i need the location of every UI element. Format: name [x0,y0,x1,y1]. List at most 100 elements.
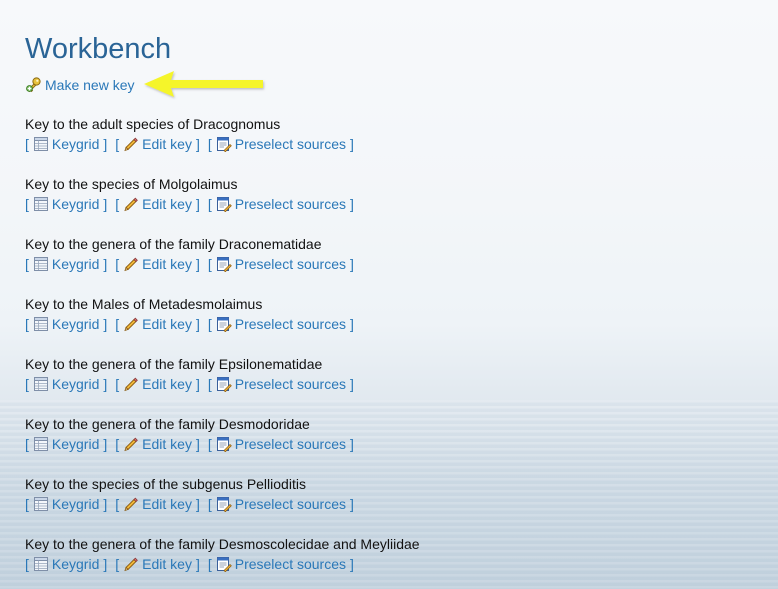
keygrid-link[interactable]: Keygrid [29,134,99,154]
edit-key-link[interactable]: Edit key [119,194,192,214]
edit-key-link[interactable]: Edit key [119,554,192,574]
close-bracket: ] [103,556,108,572]
document-edit-icon [216,496,232,513]
keygrid-link[interactable]: Keygrid [29,554,99,574]
pencil-icon [123,316,139,332]
grid-table-icon [33,196,49,212]
grid-table-icon [33,136,49,152]
close-bracket: ] [350,136,354,152]
close-bracket: ] [103,376,108,392]
keygrid-label: Keygrid [51,256,100,272]
workbench-page: Workbench Make new key Key to the adult … [25,30,778,589]
preselect-sources-link[interactable]: Preselect sources [212,254,346,274]
close-bracket: ] [350,376,354,392]
edit-key-link[interactable]: Edit key [119,494,192,514]
preselect-sources-label: Preselect sources [234,376,347,392]
close-bracket: ] [195,556,200,572]
edit-key-link[interactable]: Edit key [119,314,192,334]
grid-table-icon [33,496,49,512]
edit-key-label: Edit key [142,436,192,452]
key-actions: [ Keygrid ] [Edit key] [Preselect sou… [25,194,778,214]
preselect-sources-link[interactable]: Preselect sources [212,374,346,394]
grid-table-icon [33,376,49,392]
keygrid-label: Keygrid [51,436,100,452]
document-edit-icon [216,436,232,453]
close-bracket: ] [350,196,354,212]
key-actions: [ Keygrid ] [Edit key] [Preselect sou… [25,134,778,154]
edit-key-label: Edit key [142,136,192,152]
key-actions: [ Keygrid ] [Edit key] [Preselect sou… [25,434,778,454]
key-actions: [ Keygrid ] [Edit key] [Preselect sou… [25,554,778,574]
close-bracket: ] [350,316,354,332]
key-list: Key to the adult species of Dracognomus … [25,114,778,589]
make-new-key-link[interactable]: Make new key [25,76,134,94]
close-bracket: ] [195,376,200,392]
close-bracket: ] [103,436,108,452]
keygrid-link[interactable]: Keygrid [29,314,99,334]
document-edit-icon [216,256,232,273]
preselect-sources-link[interactable]: Preselect sources [212,314,346,334]
annotation-arrow [144,71,263,97]
pencil-icon [123,196,139,212]
preselect-sources-link[interactable]: Preselect sources [212,134,346,154]
edit-key-link[interactable]: Edit key [119,374,192,394]
preselect-sources-link[interactable]: Preselect sources [212,434,346,454]
keygrid-label: Keygrid [51,136,100,152]
key-title: Key to the species of Molgolaimus [25,176,238,192]
make-new-key-row: Make new key [25,71,778,97]
preselect-sources-label: Preselect sources [234,256,347,272]
preselect-sources-link[interactable]: Preselect sources [212,554,346,574]
keygrid-label: Keygrid [51,196,100,212]
key-item: Key to the species of Molgolaimus [ Keyg… [25,174,778,234]
pencil-icon [123,436,139,452]
grid-table-icon [33,436,49,452]
preselect-sources-link[interactable]: Preselect sources [212,494,346,514]
keygrid-label: Keygrid [51,556,100,572]
document-edit-icon [216,316,232,333]
keygrid-link[interactable]: Keygrid [29,494,99,514]
key-item: Key to the genera of the family Draconem… [25,234,778,294]
edit-key-link[interactable]: Edit key [119,254,192,274]
preselect-sources-link[interactable]: Preselect sources [212,194,346,214]
key-actions: [ Keygrid ] [Edit key] [Preselect sou… [25,314,778,334]
close-bracket: ] [195,256,200,272]
key-item: Key to the species of the subgenus Pelli… [25,474,778,534]
keygrid-label: Keygrid [51,496,100,512]
keygrid-link[interactable]: Keygrid [29,434,99,454]
pencil-icon [123,496,139,512]
key-actions: [ Keygrid ] [Edit key] [Preselect sou… [25,494,778,514]
edit-key-link[interactable]: Edit key [119,434,192,454]
edit-key-label: Edit key [142,256,192,272]
close-bracket: ] [103,136,108,152]
key-item: Key to the Males of Metadesmolaimus [ Ke… [25,294,778,354]
close-bracket: ] [350,556,354,572]
key-item: Key to the genera of the family Desmodor… [25,414,778,474]
pencil-icon [123,376,139,392]
preselect-sources-label: Preselect sources [234,196,347,212]
grid-table-icon [33,556,49,572]
edit-key-label: Edit key [142,376,192,392]
pencil-icon [123,136,139,152]
key-title: Key to the species of the subgenus Pelli… [25,476,306,492]
keygrid-link[interactable]: Keygrid [29,194,99,214]
keygrid-link[interactable]: Keygrid [29,374,99,394]
close-bracket: ] [195,436,200,452]
key-title: Key to the Males of Metadesmolaimus [25,296,263,312]
key-title: Key to the genera of the family Epsilone… [25,356,323,372]
close-bracket: ] [103,196,108,212]
preselect-sources-label: Preselect sources [234,436,347,452]
pencil-icon [123,556,139,572]
edit-key-link[interactable]: Edit key [119,134,192,154]
close-bracket: ] [103,316,108,332]
pencil-icon [123,256,139,272]
grid-table-icon [33,256,49,272]
key-item: Key to the adult species of Dracognomus … [25,114,778,174]
close-bracket: ] [350,436,354,452]
edit-key-label: Edit key [142,196,192,212]
keygrid-link[interactable]: Keygrid [29,254,99,274]
edit-key-label: Edit key [142,496,192,512]
edit-key-label: Edit key [142,316,192,332]
key-actions: [ Keygrid ] [Edit key] [Preselect sou… [25,374,778,394]
close-bracket: ] [103,496,108,512]
close-bracket: ] [195,136,200,152]
